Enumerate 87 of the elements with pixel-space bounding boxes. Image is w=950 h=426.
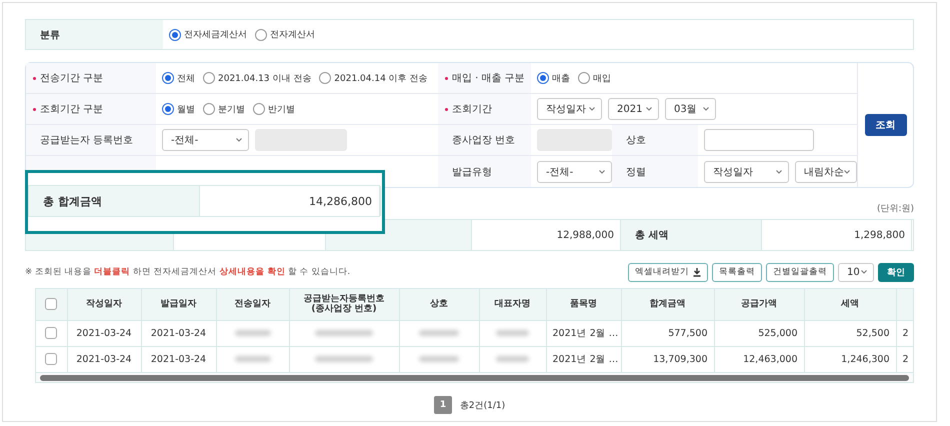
column-header: 품목명 bbox=[546, 289, 621, 320]
notice-text: ※ 조회된 내용을 더블클릭 하면 전자세금계산서 상세내용을 확인 할 수 있습니다. bbox=[25, 266, 350, 278]
radio-option[interactable]: 월별 bbox=[162, 102, 195, 116]
table-cell: 2021년 2월 … bbox=[552, 354, 618, 365]
dropdown[interactable]: 내림차순 bbox=[795, 160, 857, 182]
excel-download-button[interactable]: 엑셀내려받기 bbox=[628, 262, 708, 282]
dropdown[interactable]: 03월 bbox=[665, 98, 716, 120]
field-label: 조회기간 구분 bbox=[40, 103, 104, 116]
table-cell: 525,000 bbox=[758, 328, 798, 338]
radio-option[interactable]: 전자세금계산서 bbox=[169, 28, 247, 41]
redacted-text bbox=[496, 330, 529, 336]
radio-option[interactable]: 매출 bbox=[537, 72, 570, 84]
chevron-down-icon bbox=[646, 107, 652, 111]
dropdown[interactable]: 작성일자 bbox=[537, 98, 602, 120]
field-label: 조회기간 bbox=[452, 103, 492, 116]
table-cell: 2 bbox=[902, 328, 909, 338]
field-label: 발급유형 bbox=[452, 166, 492, 178]
table-cell: 2021-03-24 bbox=[76, 354, 132, 365]
download-icon bbox=[693, 268, 701, 276]
page-size-dropdown[interactable]: 10 bbox=[838, 262, 874, 282]
chevron-down-icon bbox=[861, 270, 867, 274]
redacted-text bbox=[234, 330, 270, 336]
radio-option[interactable]: 2021.04.13 이내 전송 bbox=[203, 72, 312, 84]
table-cell: 2021-03-24 bbox=[150, 328, 206, 338]
column-header: 세액 bbox=[804, 289, 896, 320]
chevron-down-icon bbox=[844, 170, 850, 174]
redacted-text bbox=[496, 356, 529, 362]
field-label: 공급받는자 등록번호 bbox=[40, 134, 134, 147]
redacted-text bbox=[314, 356, 374, 362]
radio-option[interactable]: 2021.04.14 이후 전송 bbox=[319, 72, 428, 84]
field-label: 정렬 bbox=[626, 166, 646, 178]
radio-option[interactable]: 반기별 bbox=[253, 102, 295, 116]
table-cell: 2021-03-24 bbox=[76, 328, 132, 338]
redacted-text bbox=[314, 330, 374, 336]
chevron-down-icon bbox=[589, 107, 595, 111]
field-label: 전송기간 구분 bbox=[40, 72, 104, 85]
table-cell: 2021년 2월 … bbox=[552, 328, 618, 338]
table-cell: 13,709,300 bbox=[653, 354, 708, 365]
dropdown[interactable]: -전체- bbox=[537, 160, 612, 182]
search-button[interactable]: 조회 bbox=[864, 114, 906, 136]
column-header: 작성일자 bbox=[67, 289, 141, 320]
chevron-down-icon bbox=[776, 170, 782, 174]
radio-option[interactable]: 분기별 bbox=[203, 102, 245, 116]
field-label: 종사업장 번호 bbox=[452, 134, 516, 147]
chevron-down-icon bbox=[703, 107, 709, 111]
column-header: 전송일자 bbox=[216, 289, 289, 320]
table-cell: 2021-03-24 bbox=[150, 354, 206, 365]
total-count: 총2건(1/1) bbox=[460, 400, 506, 412]
table-cell: 52,500 bbox=[856, 328, 890, 338]
dropdown[interactable]: -전체- bbox=[162, 129, 249, 151]
table-cell: 1,246,300 bbox=[841, 354, 890, 365]
table-cell: 12,463,000 bbox=[743, 354, 798, 365]
horizontal-scrollbar[interactable] bbox=[36, 372, 913, 382]
select-all-checkbox[interactable] bbox=[45, 298, 58, 310]
chevron-down-icon bbox=[236, 138, 242, 142]
print-list-button[interactable]: 목록출력 bbox=[712, 262, 762, 282]
radio-option[interactable]: 전자계산서 bbox=[255, 28, 315, 41]
table-cell: 2 bbox=[902, 354, 909, 365]
column-header: 합계금액 bbox=[621, 289, 714, 320]
callout-label: 총 합계금액 bbox=[29, 186, 199, 216]
unit-label: (단위:원) bbox=[876, 203, 914, 215]
table-cell: 577,500 bbox=[668, 328, 708, 338]
summary-label: 총 세액 bbox=[621, 220, 761, 250]
row-checkbox[interactable] bbox=[45, 353, 58, 366]
redacted-text bbox=[418, 330, 460, 336]
field-label: 분류 bbox=[26, 20, 163, 49]
batch-print-button[interactable]: 건별일괄출력 bbox=[766, 262, 834, 282]
callout-value: 14,286,800 bbox=[199, 186, 381, 216]
column-header: 대표자명 bbox=[479, 289, 546, 320]
column-header: 공급가액 bbox=[714, 289, 804, 320]
field-label: 매입 · 매출 구분 bbox=[452, 72, 525, 85]
page-button[interactable]: 1 bbox=[434, 396, 452, 414]
row-checkbox[interactable] bbox=[45, 327, 58, 339]
field-label: 상호 bbox=[626, 134, 646, 147]
company-input[interactable] bbox=[704, 129, 814, 151]
summary-value: 1,298,800 bbox=[761, 220, 912, 250]
column-header: 상호 bbox=[399, 289, 479, 320]
column-header: 공급받는자등록번호 (종사업장 번호) bbox=[289, 289, 399, 320]
dropdown[interactable]: 작성일자 bbox=[704, 160, 789, 182]
radio-option[interactable]: 매입 bbox=[578, 72, 611, 84]
dropdown[interactable]: 2021 bbox=[608, 98, 659, 120]
column-header: 발급일자 bbox=[141, 289, 216, 320]
confirm-button[interactable]: 확인 bbox=[878, 262, 914, 282]
redacted-text bbox=[418, 356, 460, 362]
redacted-text bbox=[234, 356, 270, 362]
radio-option[interactable]: 전체 bbox=[162, 72, 195, 84]
chevron-down-icon bbox=[599, 170, 605, 174]
